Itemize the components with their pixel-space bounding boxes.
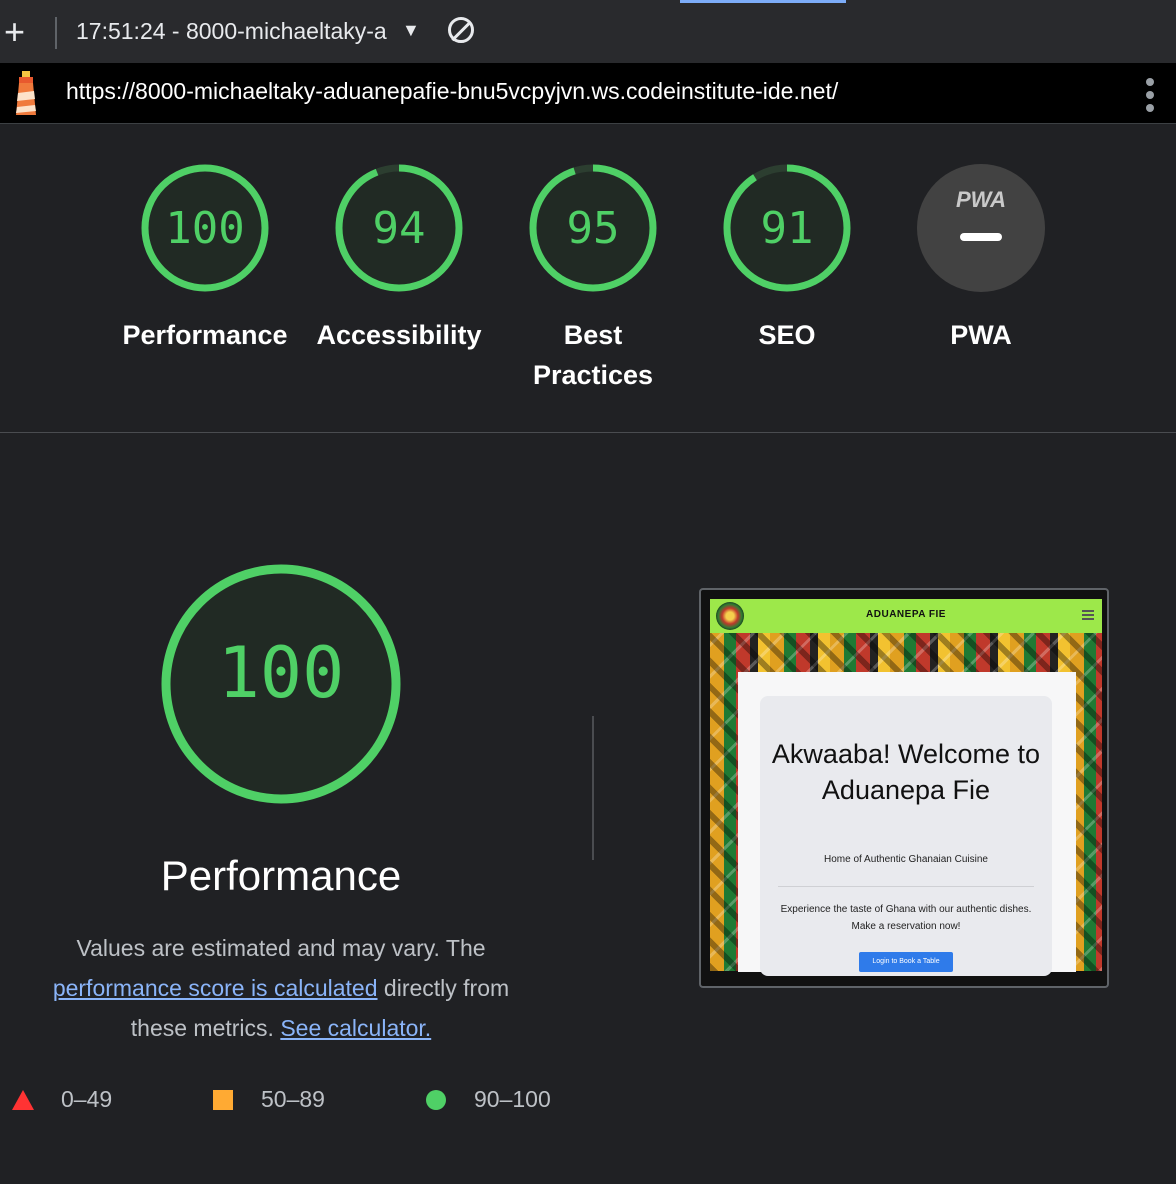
gauge-score: 95 <box>566 203 620 254</box>
legend-range: 50–89 <box>261 1086 325 1112</box>
gauge-label: Best Practices <box>532 320 654 390</box>
gauge-accessibility[interactable]: 94 Accessibility <box>304 163 494 355</box>
section-divider <box>0 432 1176 433</box>
gauge-best-practices[interactable]: 95 Best Practices <box>498 163 688 395</box>
gauge-pwa[interactable]: PWA PWA <box>886 163 1076 355</box>
legend-range: 0–49 <box>61 1086 113 1112</box>
site-brand: ADUANEPA FIE <box>866 609 946 620</box>
report-url-bar: https://8000-michaeltaky-aduanepafie-bnu… <box>0 63 1176 124</box>
gauge-label: PWA <box>950 320 1012 350</box>
score-calculated-link[interactable]: performance score is calculated <box>53 975 378 1001</box>
desc-text-2b: these metrics. <box>130 1015 274 1041</box>
clear-icon[interactable] <box>448 17 474 43</box>
gauge-seo[interactable]: 91 SEO <box>692 163 882 355</box>
legend-pass: 90–100 <box>426 1086 551 1113</box>
gauge-score: 91 <box>760 203 814 254</box>
gauge-performance[interactable]: 100 Performance <box>110 163 300 355</box>
gauge-score: 94 <box>372 203 426 254</box>
devtools-lighthouse-toolbar: + 17:51:24 - 8000-michaeltaky-a ▼ <box>0 0 1176 64</box>
hero-body: Experience the taste of Ghana with our a… <box>780 904 1032 932</box>
performance-description: Values are estimated and may vary. The p… <box>30 928 532 1048</box>
book-table-button: Login to Book a Table <box>859 952 953 972</box>
performance-title: Performance <box>160 852 402 899</box>
toolbar-separator <box>55 17 57 49</box>
hero-headline: Akwaaba! Welcome to Aduanepa Fie <box>771 739 1041 805</box>
desc-text-2a: directly from <box>383 975 510 1001</box>
circle-icon <box>426 1090 446 1110</box>
hero-divider <box>778 886 1034 887</box>
pwa-gauge-graphic <box>917 164 1045 292</box>
see-calculator-link[interactable]: See calculator. <box>280 1015 431 1041</box>
gauge-label: Accessibility <box>316 320 482 350</box>
legend-fail: 0–49 <box>12 1086 112 1113</box>
gauge-label: Performance <box>122 320 288 350</box>
report-url: https://8000-michaeltaky-aduanepafie-bnu… <box>66 78 839 104</box>
more-options-icon[interactable] <box>1140 73 1160 113</box>
pwa-badge: PWA <box>955 187 1007 212</box>
desc-text-1: Values are estimated and may vary. The <box>76 935 486 961</box>
hero-subtitle: Home of Authentic Ghanaian Cuisine <box>824 854 988 865</box>
chevron-down-icon[interactable]: ▼ <box>402 20 420 41</box>
gauge-score: 100 <box>165 203 245 254</box>
gauge-label: SEO <box>758 320 816 350</box>
active-tab-indicator <box>680 0 846 3</box>
legend-range: 90–100 <box>474 1086 551 1112</box>
square-icon <box>213 1090 233 1110</box>
report-selector[interactable]: 17:51:24 - 8000-michaeltaky-a <box>76 18 396 45</box>
lighthouse-icon <box>16 71 36 115</box>
site-navbar: ADUANEPA FIE <box>710 599 1102 633</box>
legend-average: 50–89 <box>213 1086 325 1113</box>
hamburger-icon <box>1082 610 1094 620</box>
final-screenshot[interactable]: ADUANEPA FIE Akwaaba! Welcome to Aduanep… <box>699 588 1109 988</box>
vertical-divider <box>592 716 594 860</box>
triangle-icon <box>12 1090 34 1110</box>
new-report-button[interactable]: + <box>4 14 34 50</box>
performance-big-score: 100 <box>217 632 345 714</box>
